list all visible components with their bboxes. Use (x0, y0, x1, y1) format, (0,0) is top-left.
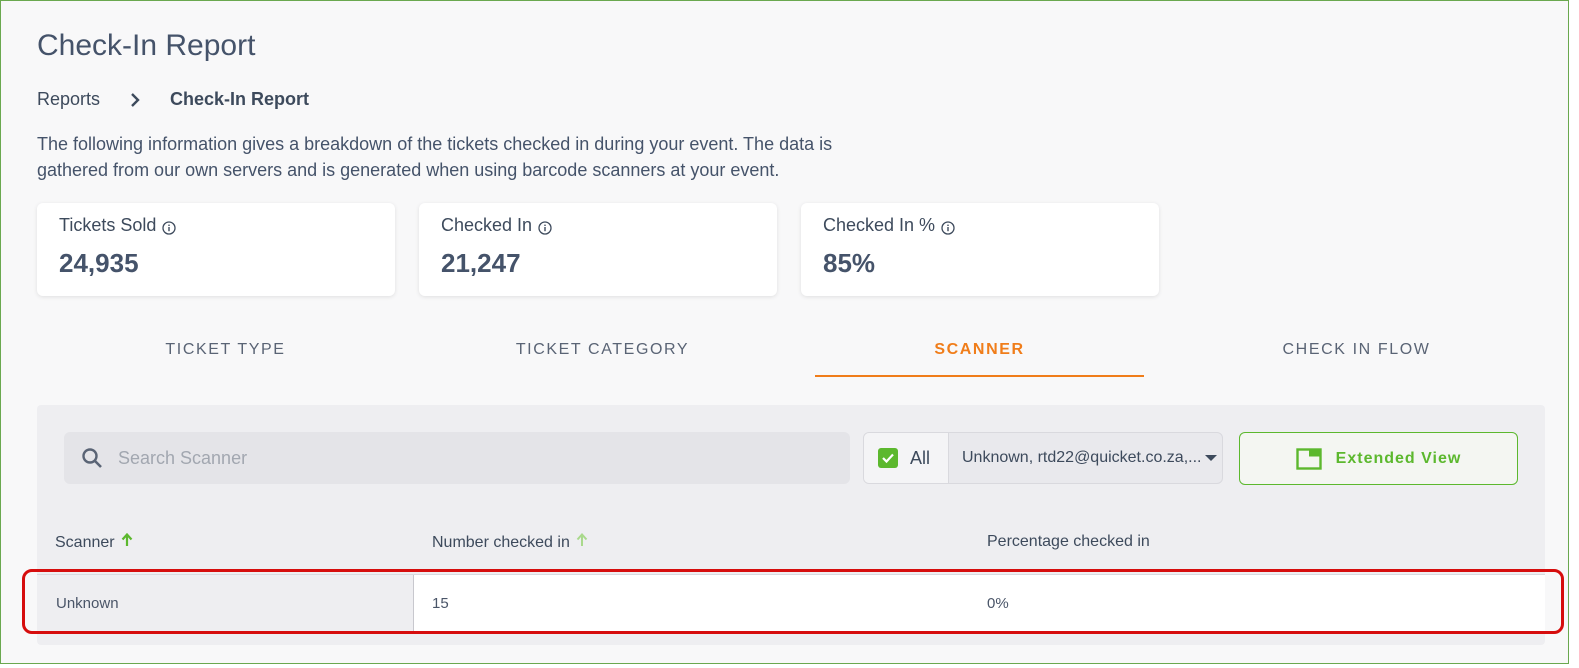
stat-label: Tickets Sold (59, 215, 157, 235)
select-all-label: All (910, 447, 931, 468)
table-header: Scanner Number checked in Percentage che… (37, 529, 1545, 573)
column-header-label: Scanner (55, 533, 115, 551)
page-description: The following information gives a breakd… (37, 134, 833, 180)
stat-card-tickets-sold: Tickets Sold 24,935 (37, 203, 395, 296)
table-cell-scanner: Unknown (37, 575, 414, 633)
column-header-label: Number checked in (432, 533, 570, 551)
scanner-select-value: Unknown, rtd22@quicket.co.za,... (962, 449, 1202, 466)
scanner-select-dropdown[interactable]: Unknown, rtd22@quicket.co.za,... (949, 433, 1222, 483)
stat-label: Checked In % (823, 215, 936, 235)
extended-view-label: Extended View (1335, 449, 1462, 467)
tab-ticket-category[interactable]: TICKET CATEGORY (414, 331, 791, 377)
page-title: Check-In Report (37, 29, 256, 62)
search-input[interactable] (116, 446, 820, 470)
tab-scanner[interactable]: SCANNER (791, 331, 1168, 377)
search-box (64, 432, 850, 484)
stat-card-checked-in-percent: Checked In % 85% (801, 203, 1159, 296)
stats-cards: Tickets Sold 24,935 Checked In 21,247 Ch… (37, 203, 1159, 296)
tab-ticket-type[interactable]: TICKET TYPE (37, 331, 414, 377)
select-all-toggle[interactable]: All (864, 433, 949, 483)
column-header-number[interactable]: Number checked in (432, 533, 588, 552)
info-icon[interactable] (538, 219, 552, 235)
scanner-filter: All Unknown, rtd22@quicket.co.za,... (863, 432, 1223, 484)
app-frame: Check-In Report Reports Check-In Report … (0, 0, 1569, 664)
tab-check-in-flow[interactable]: CHECK IN FLOW (1168, 331, 1545, 377)
stat-value: 24,935 (59, 248, 139, 278)
arrow-up-icon (121, 532, 133, 552)
stat-value: 21,247 (441, 248, 521, 278)
cell-number: 15 (432, 595, 449, 612)
stat-label: Checked In (441, 215, 533, 235)
scanner-panel: All Unknown, rtd22@quicket.co.za,... Ext… (37, 405, 1545, 645)
breadcrumb-reports-link[interactable]: Reports (37, 89, 100, 110)
report-tabs: TICKET TYPE TICKET CATEGORY SCANNER CHEC… (37, 331, 1545, 377)
search-icon (80, 446, 104, 470)
column-header-label: Percentage checked in (987, 533, 1150, 550)
cell-text: Unknown (56, 595, 119, 612)
table-cell-values: 15 0% (414, 575, 1545, 633)
arrow-up-icon (576, 533, 588, 552)
info-icon[interactable] (162, 219, 177, 235)
stat-card-checked-in: Checked In 21,247 (419, 203, 777, 296)
stat-value: 85% (823, 248, 876, 278)
info-icon[interactable] (941, 219, 955, 235)
extended-view-button[interactable]: Extended View (1239, 432, 1518, 485)
breadcrumb: Reports Check-In Report (37, 89, 309, 110)
chevron-right-icon (126, 91, 144, 109)
extended-view-icon (1295, 447, 1322, 470)
column-header-scanner[interactable]: Scanner (55, 532, 133, 552)
column-header-percentage[interactable]: Percentage checked in (987, 533, 1150, 551)
table-row[interactable]: Unknown 15 0% (37, 574, 1545, 633)
cell-percentage: 0% (987, 595, 1009, 612)
caret-down-icon (1205, 455, 1218, 461)
breadcrumb-current: Check-In Report (170, 89, 310, 109)
checkbox-checked-icon[interactable] (878, 448, 898, 468)
